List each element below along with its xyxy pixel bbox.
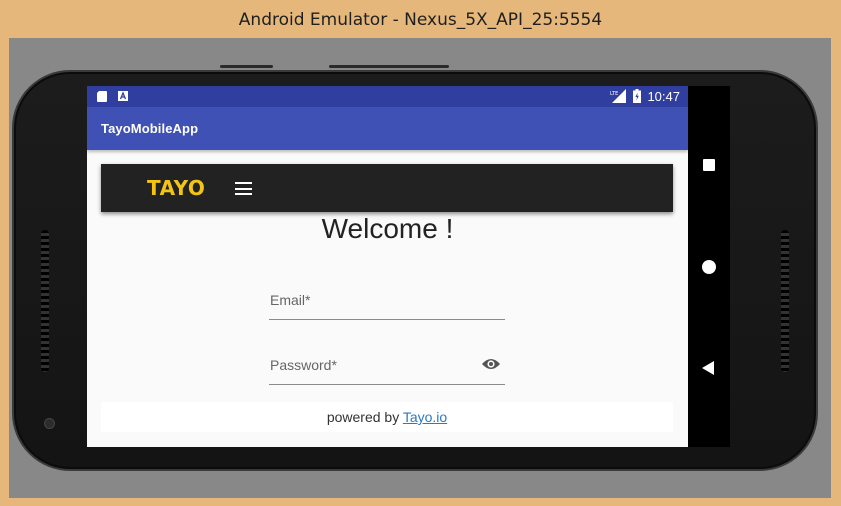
hamburger-menu-icon[interactable] <box>235 182 252 195</box>
app-bar: TayoMobileApp <box>87 107 688 150</box>
eye-icon[interactable] <box>481 357 501 371</box>
back-icon[interactable] <box>702 361 714 375</box>
battery-icon <box>633 89 641 103</box>
footer: powered by Tayo.io <box>101 402 673 432</box>
emulator-title-bar: Android Emulator - Nexus_5X_API_25:5554 <box>0 0 841 38</box>
app-title: TayoMobileApp <box>101 121 199 136</box>
sd-card-icon <box>97 91 107 102</box>
powered-by-text: powered by <box>326 409 403 425</box>
window-title: Android Emulator - Nexus_5X_API_25:5554 <box>238 10 603 30</box>
home-icon[interactable] <box>702 260 716 274</box>
status-time: 10:47 <box>647 89 680 104</box>
lte-signal-icon: LTE <box>610 89 626 103</box>
volume-button[interactable] <box>329 65 449 68</box>
a-notification-icon <box>118 91 128 101</box>
password-label: Password* <box>270 357 337 373</box>
svg-text:LTE: LTE <box>610 91 618 97</box>
front-camera <box>44 418 55 429</box>
speaker-grille-right <box>781 230 789 372</box>
tayo-logo[interactable]: TAYO <box>147 176 205 200</box>
tayo-header: TAYO <box>101 164 673 212</box>
tayo-io-link[interactable]: Tayo.io <box>403 409 447 425</box>
speaker-grille-left <box>41 230 49 372</box>
email-label: Email* <box>270 292 311 308</box>
status-bar: LTE 10:47 <box>87 86 688 107</box>
power-button[interactable] <box>220 65 273 68</box>
navigation-bar <box>688 86 730 447</box>
welcome-heading: Welcome ! <box>321 213 454 244</box>
email-field[interactable]: Email* <box>269 283 505 320</box>
device-screen: LTE 10:47 TayoMobileApp TAYO Welcome ! E… <box>87 86 688 447</box>
recents-icon[interactable] <box>703 159 715 171</box>
password-field[interactable]: Password* <box>269 348 505 385</box>
